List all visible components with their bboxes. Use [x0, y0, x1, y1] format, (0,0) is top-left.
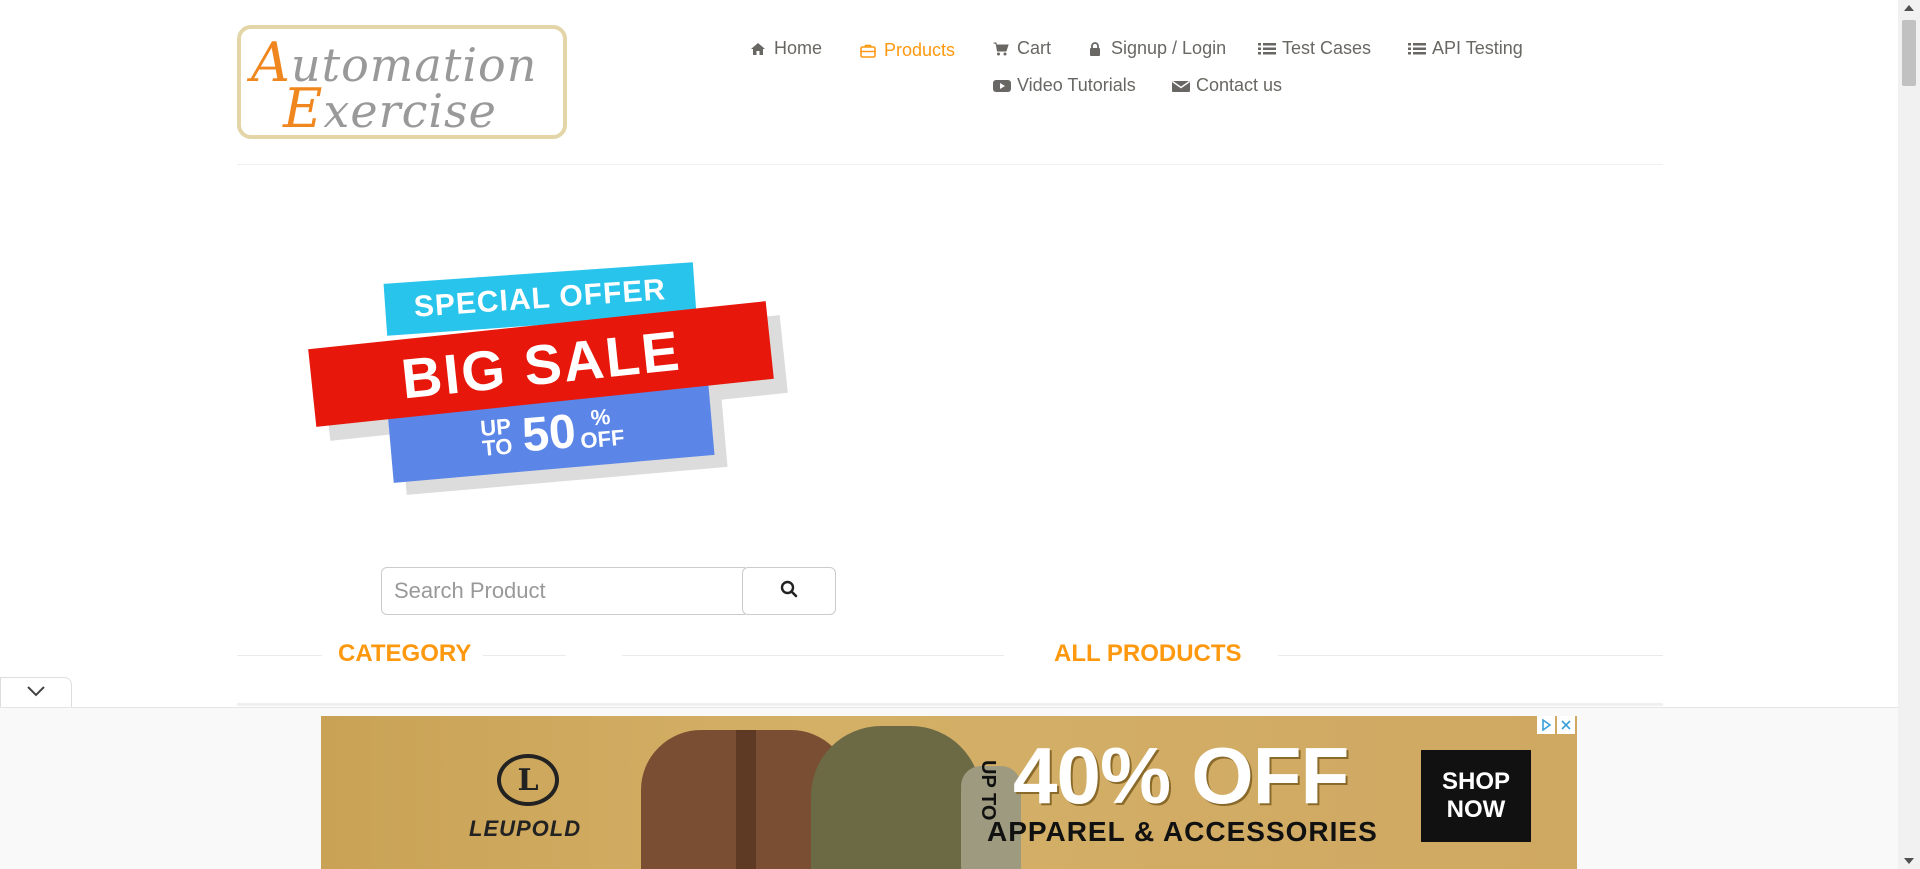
content-edge	[237, 703, 1663, 706]
header-divider	[237, 164, 1663, 165]
nav-cart-label: Cart	[1017, 38, 1052, 58]
banner-off: OFF	[579, 424, 626, 454]
nav-products-label: Products	[884, 40, 956, 60]
ad-subline: APPAREL & ACCESSORIES	[987, 816, 1378, 847]
lock-icon	[1087, 41, 1103, 57]
site-logo[interactable]: Automation Exercise	[237, 25, 567, 140]
vertical-scrollbar[interactable]	[1898, 0, 1920, 869]
search-button[interactable]	[742, 567, 836, 615]
category-line-left	[237, 655, 322, 656]
category-line-right	[483, 655, 566, 656]
nav-test-cases[interactable]: Test Cases	[1258, 38, 1371, 59]
ad-up-to: UP TO	[977, 760, 999, 821]
products-line-right	[1278, 655, 1663, 656]
ad-brand: LEUPOLD	[469, 816, 582, 841]
nav-api-testing[interactable]: API Testing	[1408, 38, 1523, 59]
nav-home[interactable]: Home	[750, 38, 822, 59]
home-icon	[750, 41, 766, 57]
list-icon	[1408, 41, 1426, 57]
nav-api-testing-label: API Testing	[1432, 38, 1523, 58]
products-line-left	[622, 655, 1004, 656]
nav-contact-us[interactable]: Contact us	[1172, 75, 1282, 96]
big-sale-banner: SPECIAL OFFER UP TO 50 % OFF BIG SALE	[305, 262, 795, 495]
advertisement[interactable]: L LEUPOLD UP TO 40% OFF APPAREL & ACCESS…	[321, 716, 1577, 869]
ad-headline: 40% OFF	[1013, 731, 1349, 820]
ad-choices-icon[interactable]	[1537, 716, 1555, 734]
ad-collapse-button[interactable]	[0, 677, 72, 707]
ad-shop-now-button[interactable]: SHOP NOW	[1421, 750, 1531, 842]
nav-video-tutorials-label: Video Tutorials	[1017, 75, 1136, 95]
scroll-up-arrow-icon[interactable]	[1898, 0, 1920, 16]
nav-signup-login-label: Signup / Login	[1111, 38, 1227, 58]
youtube-icon	[993, 78, 1011, 94]
nav-home-label: Home	[774, 38, 823, 58]
nav-signup-login[interactable]: Signup / Login	[1087, 38, 1226, 59]
hoodie-image	[811, 726, 1021, 869]
scroll-thumb[interactable]	[1902, 20, 1916, 86]
nav-products[interactable]: Products	[860, 40, 955, 61]
nav-contact-us-label: Contact us	[1196, 75, 1283, 95]
briefcase-icon	[860, 43, 876, 59]
leupold-logo-icon: L	[497, 754, 559, 806]
ad-close-icon[interactable]	[1557, 716, 1575, 734]
ad-cta-line-2: NOW	[1446, 796, 1506, 823]
chevron-down-icon	[26, 684, 46, 702]
scroll-down-arrow-icon[interactable]	[1898, 853, 1920, 869]
logo-line-2: Exercise	[283, 77, 497, 140]
envelope-icon	[1172, 78, 1190, 94]
all-products-title: ALL PRODUCTS	[1054, 640, 1242, 667]
cart-icon	[993, 41, 1009, 57]
category-title: CATEGORY	[338, 640, 472, 667]
banner-fifty: 50	[520, 404, 578, 462]
search-icon	[780, 580, 798, 603]
banner-up-to: UP TO	[479, 413, 514, 461]
nav-test-cases-label: Test Cases	[1282, 38, 1372, 58]
search-input[interactable]	[381, 567, 745, 615]
nav-video-tutorials[interactable]: Video Tutorials	[993, 75, 1136, 96]
nav-cart[interactable]: Cart	[993, 38, 1051, 59]
ad-cta-line-1: SHOP	[1441, 768, 1510, 795]
page: Automation Exercise Home Products Cart S…	[0, 0, 1898, 869]
list-icon	[1258, 41, 1276, 57]
